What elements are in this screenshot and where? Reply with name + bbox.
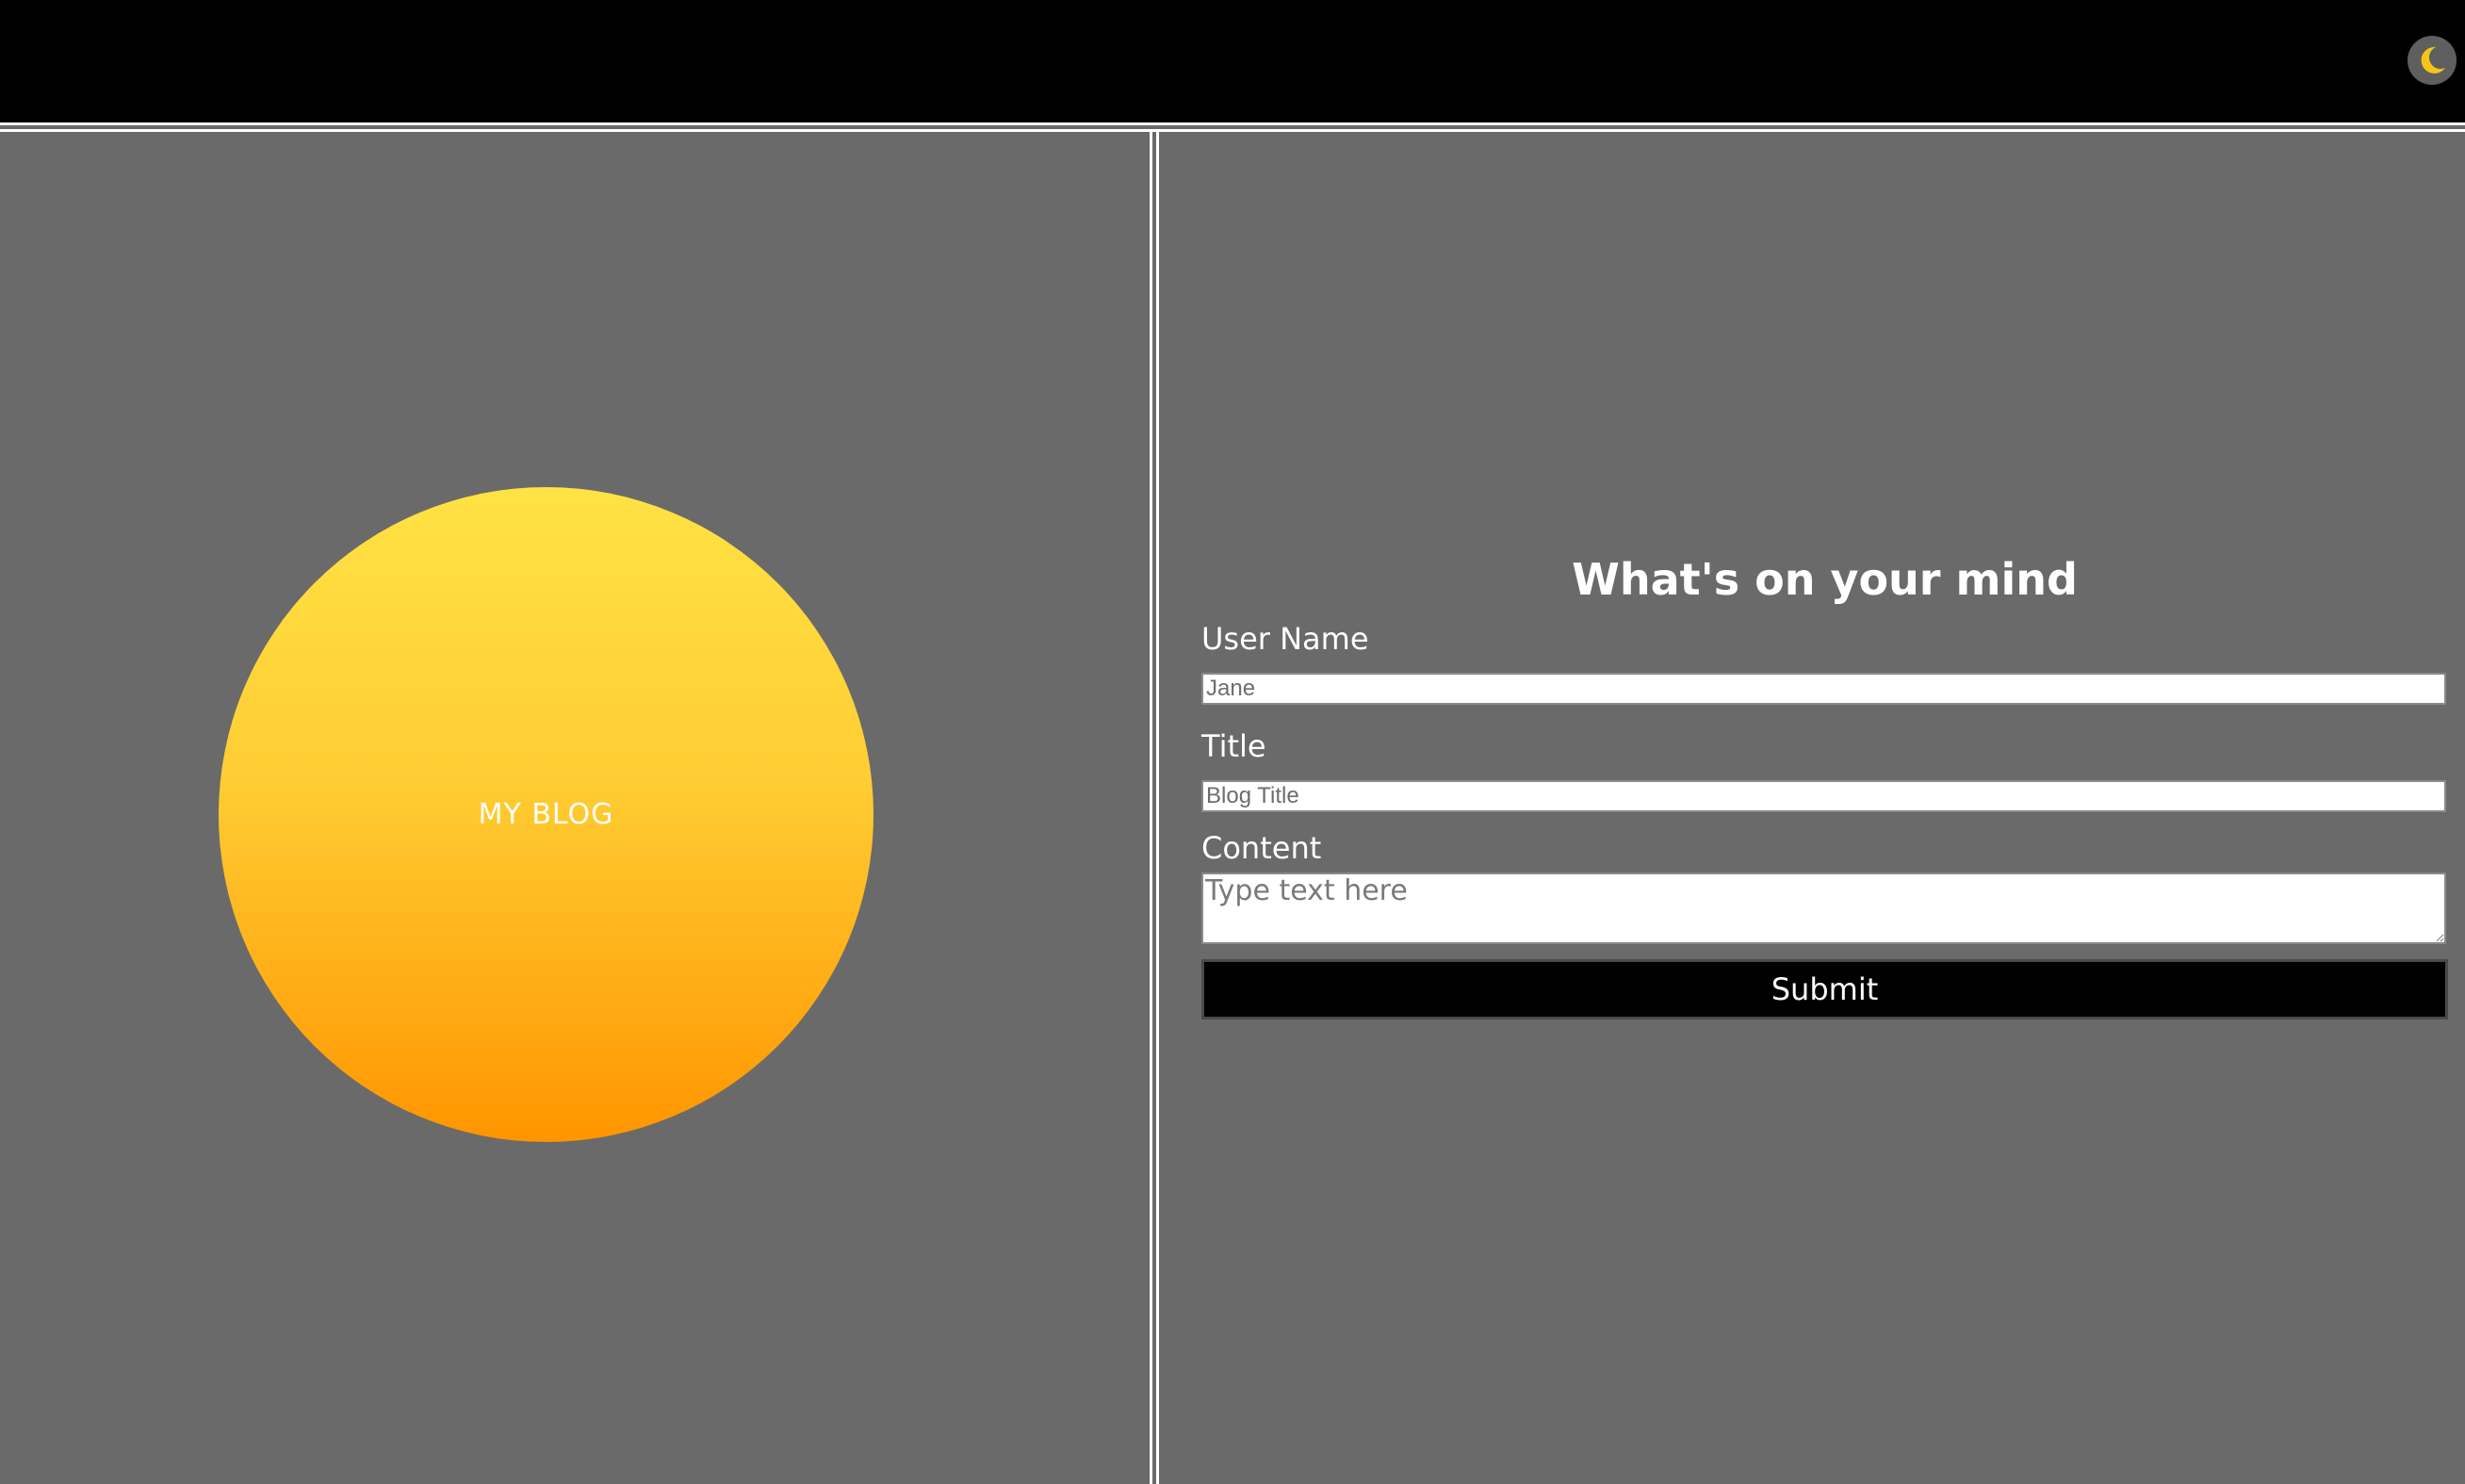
moon-icon: [2421, 46, 2445, 73]
top-bar: [0, 0, 2465, 122]
logo-label: MY BLOG: [478, 798, 614, 831]
title-label: Title: [1201, 728, 1266, 764]
submit-button[interactable]: Submit: [1201, 959, 2448, 1019]
column-divider: [1150, 132, 1159, 1484]
content-label: Content: [1201, 830, 1322, 866]
content-textarea[interactable]: [1201, 872, 2446, 944]
username-label: User Name: [1201, 621, 1369, 657]
username-input[interactable]: [1201, 673, 2446, 705]
blog-logo: MY BLOG: [219, 487, 873, 1142]
title-input[interactable]: [1201, 780, 2446, 812]
form-heading: What's on your mind: [1572, 554, 2078, 605]
post-form: What's on your mind User Name Title Cont…: [1201, 546, 2448, 1019]
theme-toggle-button[interactable]: [2408, 36, 2457, 85]
blog-app: MY BLOG What's on your mind User Name Ti…: [0, 0, 2465, 1484]
header-divider: [0, 122, 2465, 132]
